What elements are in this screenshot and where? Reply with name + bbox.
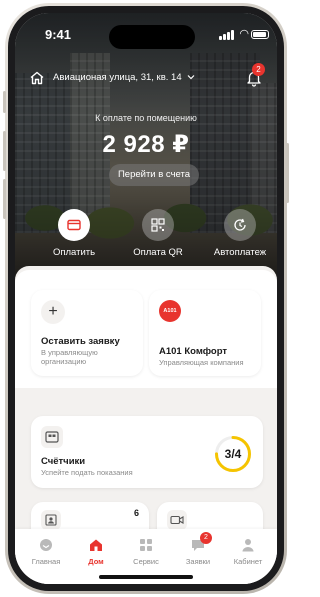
company-logo-icon: A101 (159, 300, 181, 322)
app-screen: 9:41 ◠ Авиационая улица, 31, кв. 14 2 К … (15, 13, 277, 584)
pay-button[interactable] (58, 209, 90, 241)
amount-due-label: К оплате по помещению (95, 113, 197, 123)
qr-icon (151, 218, 165, 232)
company-title: A101 Комфорт (159, 346, 228, 357)
home-outline-icon (30, 71, 44, 85)
address-text[interactable]: Авиационая улица, 31, кв. 14 (53, 72, 195, 83)
company-subtitle: Управляющая компания (159, 358, 244, 367)
notifications-button[interactable]: 2 (245, 63, 265, 87)
amount-due-value: 2 928 ₽ (102, 131, 190, 158)
tab-cabinet[interactable]: Кабинет (223, 537, 273, 566)
management-company-card[interactable]: A101 A101 Комфорт Управляющая компания (149, 290, 261, 376)
pay-action[interactable]: Оплатить (39, 209, 109, 265)
card-icon (67, 219, 81, 231)
power-button (286, 143, 289, 203)
silent-switch (3, 91, 6, 113)
hero-header: 9:41 ◠ Авиационая улица, 31, кв. 14 2 К … (15, 13, 277, 303)
user-icon (240, 537, 256, 553)
chat-icon: 2 (190, 532, 212, 553)
requests-badge: 2 (200, 532, 212, 544)
volume-up-button (3, 131, 6, 171)
notifications-badge: 2 (252, 63, 265, 76)
tab-cabinet-label: Кабинет (233, 557, 263, 566)
meters-progress-text: 3/4 (224, 447, 242, 461)
wifi-icon: ◠ (239, 28, 249, 40)
qr-pay-action[interactable]: Оплата QR (123, 209, 193, 265)
grid-icon (138, 537, 154, 553)
autopay-label: Автоплатеж (213, 247, 267, 258)
autopay-action[interactable]: Автоплатеж (205, 209, 275, 265)
pay-label: Оплатить (52, 247, 96, 258)
video-camera-icon (167, 510, 187, 530)
meter-icon (41, 426, 63, 448)
tab-requests-label: Заявки (185, 557, 211, 566)
home-indicator (99, 575, 193, 579)
tab-service-label: Сервис (133, 557, 159, 566)
tab-house-label: Дом (88, 557, 104, 566)
dynamic-island (109, 25, 195, 49)
house-icon (88, 537, 104, 553)
tab-house[interactable]: Дом (71, 537, 121, 566)
battery-icon (251, 30, 269, 39)
home-icon (38, 537, 54, 553)
status-time: 9:41 (45, 27, 72, 42)
tab-service[interactable]: Сервис (121, 537, 171, 566)
qr-pay-button[interactable] (142, 209, 174, 241)
status-bar: 9:41 ◠ (15, 25, 277, 49)
go-to-bills-button[interactable]: Перейти в счета (109, 164, 199, 186)
tab-main-label: Главная (31, 557, 61, 566)
autopay-icon (234, 218, 246, 231)
meters-card[interactable]: Счётчики Успейте подать показания 3/4 (31, 416, 263, 488)
tab-requests[interactable]: 2 Заявки (173, 532, 223, 566)
cellular-signal-icon (219, 30, 235, 40)
create-request-subtitle: В управляющую организацию (41, 348, 98, 366)
address-selector[interactable]: Авиационая улица, 31, кв. 14 2 (29, 63, 265, 89)
create-request-title: Оставить заявку (41, 336, 120, 347)
autopay-button[interactable] (224, 209, 256, 241)
create-request-card[interactable]: + Оставить заявку В управляющую организа… (31, 290, 143, 376)
pass-count: 6 (133, 508, 139, 518)
volume-down-button (3, 179, 6, 219)
plus-icon: + (41, 300, 65, 324)
meters-subtitle: Успейте подать показания (41, 468, 133, 477)
id-card-icon (41, 510, 61, 530)
qr-pay-label: Оплата QR (133, 247, 183, 258)
tab-main[interactable]: Главная (21, 537, 71, 566)
meters-title: Счётчики (41, 456, 86, 467)
phone-frame: 9:41 ◠ Авиационая улица, 31, кв. 14 2 К … (3, 3, 289, 594)
chevron-down-icon (187, 75, 195, 80)
